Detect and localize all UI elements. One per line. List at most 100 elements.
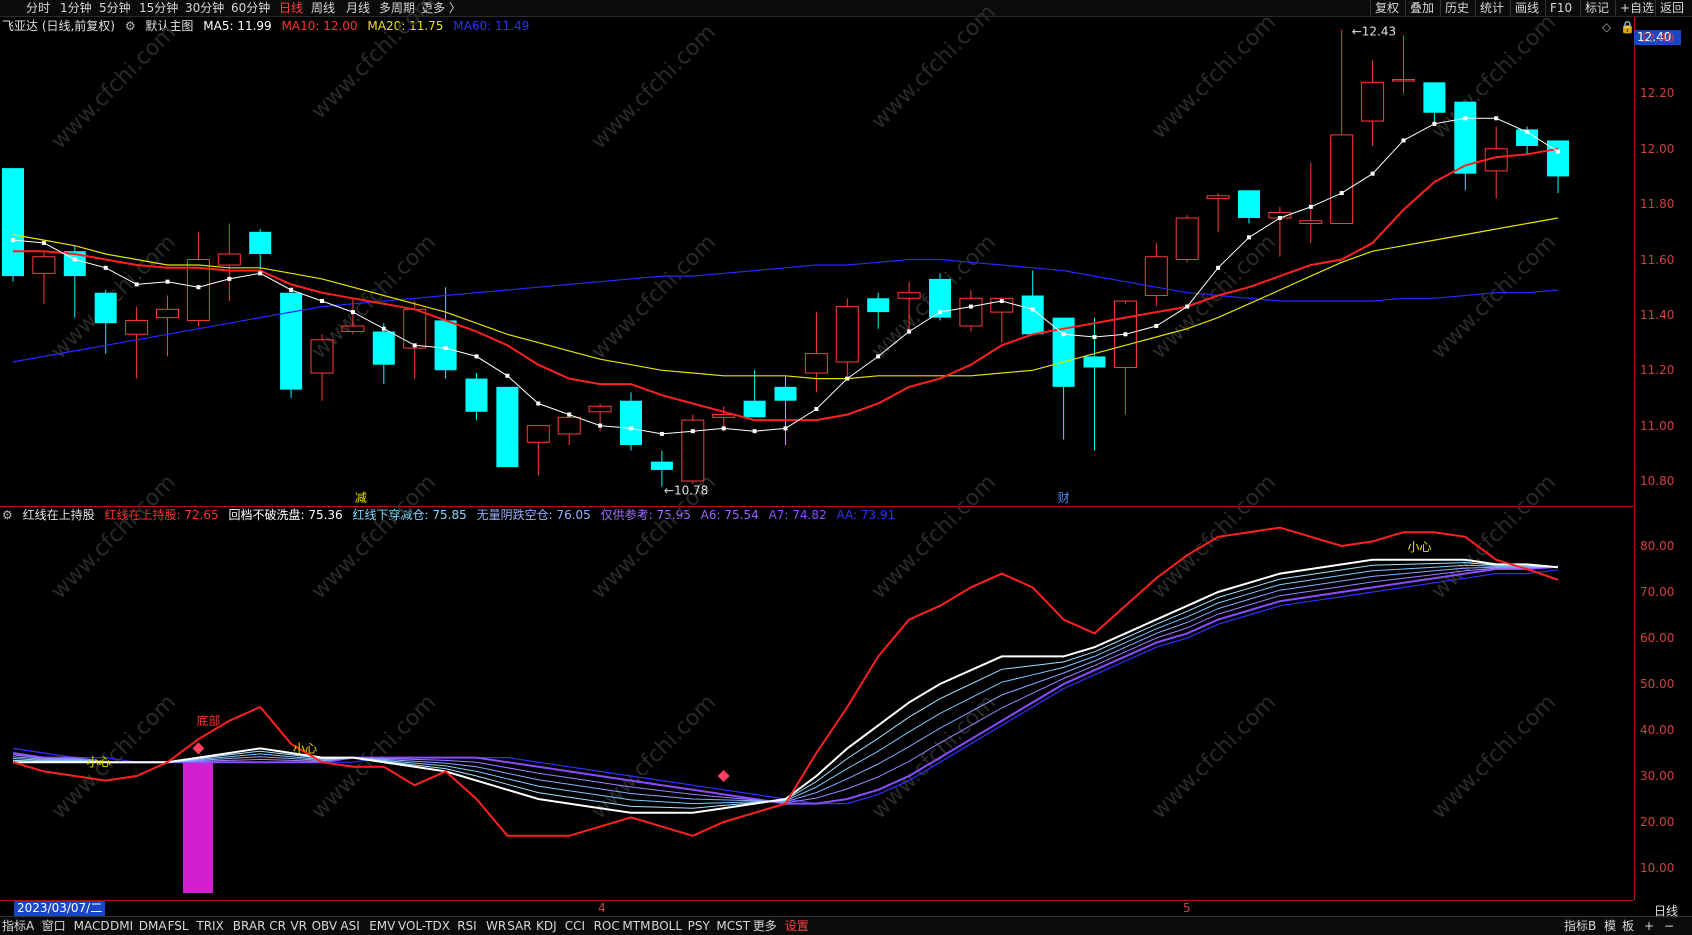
indicator-tab-3[interactable]: DMI <box>110 917 133 935</box>
indicator-tab-8[interactable]: CR <box>269 917 286 935</box>
bottom-right-btn-0[interactable]: 指标B <box>1564 917 1596 935</box>
indicator-tab-11[interactable]: ASI <box>340 917 359 935</box>
price-tick-label: 11.60 <box>1640 252 1675 267</box>
candle-body-down <box>434 320 457 371</box>
bottom-right-btn-3[interactable]: + <box>1644 917 1654 935</box>
candle-body-up <box>32 256 56 274</box>
ma60-line <box>12 258 1559 363</box>
indicator-tab-4[interactable]: DMA <box>139 917 167 935</box>
watermark-text: www.cfchi.com <box>867 0 1001 134</box>
indicator-tab-5[interactable]: FSL <box>168 917 189 935</box>
kline-chart[interactable]: www.cfchi.com www.cfchi.com www.cfchi.com w… <box>0 0 1634 900</box>
indicator-tab-7[interactable]: BRAR <box>233 917 266 935</box>
indicator-tick-label: 60.00 <box>1640 631 1675 645</box>
ma5-dot <box>1494 116 1499 121</box>
back-button[interactable]: 返回 <box>1655 0 1688 16</box>
indicator-tab-16[interactable]: SAR <box>507 917 531 935</box>
indicator-tab-6[interactable]: TRIX <box>196 917 223 935</box>
ma5-dot <box>1432 121 1437 126</box>
ma5-dot <box>721 426 726 431</box>
high-price-label: ←12.43 <box>1352 25 1396 39</box>
candle-body-down <box>620 400 642 446</box>
indicator-tab-2[interactable]: MACD <box>74 917 110 935</box>
indicator-tab-1[interactable]: 窗口 <box>42 917 66 935</box>
signal-bottom: 底部 <box>196 713 220 728</box>
candle-body-up <box>217 253 241 266</box>
event-jian-marker: 减 <box>355 491 367 505</box>
candle-body-up <box>1206 195 1230 200</box>
candle-body-down <box>1021 295 1044 335</box>
candle-body-down <box>743 400 766 418</box>
bottom-right-btn-4[interactable]: − <box>1664 917 1674 935</box>
bottom-right-btn-2[interactable]: 板 <box>1622 917 1634 935</box>
candle-body-up <box>959 297 983 327</box>
ma5-dot <box>134 282 139 287</box>
price-tick-label: 11.40 <box>1640 307 1675 322</box>
ma5-dot <box>72 257 77 262</box>
watermark-text: www.cfchi.com <box>1147 470 1281 604</box>
indicator-tab-9[interactable]: VR <box>290 917 307 935</box>
ma5-dot <box>1061 332 1066 337</box>
ma5-dot <box>474 354 479 359</box>
indicator-tab-23[interactable]: MCST <box>716 917 750 935</box>
ma5-dot <box>505 373 510 378</box>
watermark-text: www.cfchi.com <box>1427 470 1561 604</box>
indicator-tab-10[interactable]: OBV <box>312 917 338 935</box>
ma5-dot <box>567 412 572 417</box>
candle-body-down <box>496 386 519 468</box>
indicator-tick-label: 50.00 <box>1640 677 1675 691</box>
ma5-dot <box>103 265 108 270</box>
candle-body-down <box>372 331 395 365</box>
candle-body-up <box>557 416 581 435</box>
indicator-red-line <box>12 526 1559 837</box>
indicator-tab-12[interactable]: EMV <box>369 917 395 935</box>
ma5-dot <box>1463 116 1468 121</box>
ma5-dot <box>1277 215 1282 220</box>
ma5-dot <box>412 343 417 348</box>
indicator-tab-20[interactable]: MTM <box>622 917 650 935</box>
candle-body-up <box>588 405 612 413</box>
ma5-dot <box>1123 332 1128 337</box>
candle-body-down <box>280 292 303 390</box>
indicator-tick-label: 30.00 <box>1640 769 1675 783</box>
date-axis <box>0 900 1634 917</box>
candle-body-up <box>835 306 859 363</box>
watermark-text: www.cfchi.com <box>1427 690 1561 824</box>
watermark-text: www.cfchi.com <box>867 690 1001 824</box>
ma5-dot <box>1092 335 1097 340</box>
ma5-dot <box>196 285 201 290</box>
price-tick-label: 10.80 <box>1640 474 1675 488</box>
candle-body-down <box>465 378 488 412</box>
daily-period-label: 日线 <box>1654 904 1679 918</box>
indicator-tab-18[interactable]: CCI <box>565 917 585 935</box>
indicator-tick-label: 20.00 <box>1640 815 1675 829</box>
price-tick-label: 12.20 <box>1640 86 1675 101</box>
indicator-tab-0[interactable]: 指标A <box>2 917 34 935</box>
ma20-line <box>12 217 1559 380</box>
ma5-dot <box>907 329 912 334</box>
indicator-tab-19[interactable]: ROC <box>594 917 620 935</box>
indicator-tab-15[interactable]: WR <box>486 917 506 935</box>
ma5-dot <box>938 310 942 315</box>
indicator-tab-22[interactable]: PSY <box>688 917 710 935</box>
indicator-tab-25[interactable]: 设置 <box>785 917 809 935</box>
signal-careful-2: 小心 <box>293 741 317 755</box>
indicator-tab-14[interactable]: RSI <box>457 917 477 935</box>
watermark-text: www.cfchi.com <box>587 690 721 824</box>
candle-body-down <box>774 386 797 401</box>
bottom-right-btn-1[interactable]: 模 <box>1604 917 1616 935</box>
candle-body-down <box>1083 356 1106 368</box>
indicator-tab-24[interactable]: 更多 <box>753 917 777 935</box>
ma5-dot <box>443 346 448 351</box>
price-tick-label: 11.20 <box>1640 363 1675 378</box>
indicator-toolbar: 指标A 窗口 MACD DMI DMA FSL TRIX BRAR CR VR OBV ASI EMV V… <box>0 916 1692 935</box>
event-cai-marker: 财 <box>1058 491 1070 505</box>
watermark-text: www.cfchi.com <box>1147 10 1281 144</box>
indicator-tick-label: 70.00 <box>1640 585 1675 599</box>
ma5-dot <box>289 287 294 292</box>
indicator-tab-17[interactable]: KDJ <box>536 917 557 935</box>
indicator-tab-21[interactable]: BOLL <box>651 917 682 935</box>
indicator-tab-13[interactable]: VOL-TDX <box>398 917 450 935</box>
ma5-dot <box>381 326 386 331</box>
ma5-dot <box>41 240 46 245</box>
